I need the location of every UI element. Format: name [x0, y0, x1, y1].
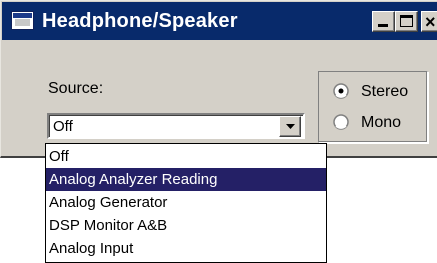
- window-icon: [11, 11, 34, 30]
- source-option-analog-generator[interactable]: Analog Generator: [46, 191, 326, 214]
- source-dropdown-list: Off Analog Analyzer Reading Analog Gener…: [45, 143, 327, 263]
- source-select-value: Off: [53, 118, 73, 135]
- radio-mono-label: Mono: [361, 114, 402, 131]
- radio-stereo-label: Stereo: [361, 83, 409, 100]
- source-option-dsp-monitor[interactable]: DSP Monitor A&B: [46, 214, 326, 237]
- source-select[interactable]: Off: [47, 113, 305, 139]
- close-icon: ×: [425, 12, 436, 32]
- source-label: Source:: [48, 80, 104, 97]
- minimize-icon: [378, 24, 388, 27]
- window-title: Headphone/Speaker: [42, 10, 238, 32]
- source-option-analog-analyzer-reading[interactable]: Analog Analyzer Reading: [46, 168, 326, 191]
- maximize-button[interactable]: [395, 11, 418, 32]
- radio-mono[interactable]: [333, 114, 349, 130]
- source-select-dropdown-button[interactable]: [279, 116, 301, 137]
- source-option-analog-input[interactable]: Analog Input: [46, 237, 326, 260]
- output-mode-group: Stereo Mono: [318, 71, 428, 143]
- close-button[interactable]: ×: [421, 11, 437, 32]
- minimize-button[interactable]: [372, 11, 395, 32]
- chevron-down-icon: [286, 124, 295, 129]
- maximize-icon: [400, 15, 413, 27]
- source-option-off[interactable]: Off: [46, 145, 326, 168]
- app-window: Headphone/Speaker × Source: Off Stereo M…: [0, 0, 437, 158]
- radio-stereo[interactable]: [333, 83, 349, 99]
- title-bar[interactable]: Headphone/Speaker ×: [2, 2, 437, 40]
